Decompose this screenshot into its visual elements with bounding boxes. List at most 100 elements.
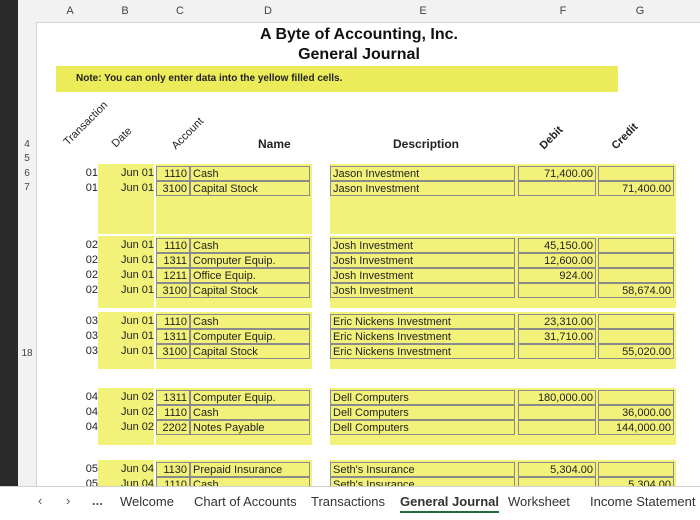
row-number-4[interactable]: 4 [18,139,36,150]
cell-name[interactable]: Capital Stock [190,181,310,196]
cell-credit[interactable]: 5,304.00 [598,477,674,486]
cell-name[interactable]: Prepaid Insurance [190,462,310,477]
cell-name[interactable]: Cash [190,405,310,420]
cell-credit[interactable] [598,390,674,405]
column-header-b[interactable]: B [115,5,135,17]
cell-description[interactable]: Eric Nickens Investment [330,314,515,329]
cell-description[interactable]: Seth's Insurance [330,477,515,486]
tab-worksheet[interactable]: Worksheet [508,494,570,509]
tab-income-statement[interactable]: Income Statement [590,494,696,509]
tab-chart-of-accounts[interactable]: Chart of Accounts [194,494,297,509]
cell-name[interactable]: Cash [190,166,310,181]
cell-date[interactable]: Jun 01 [98,268,156,283]
cell-name[interactable]: Computer Equip. [190,253,310,268]
cell-debit[interactable]: 45,150.00 [518,238,596,253]
cell-transaction[interactable]: 01 [80,166,100,181]
cell-credit[interactable]: 36,000.00 [598,405,674,420]
cell-credit[interactable] [598,314,674,329]
row-number-6[interactable]: 6 [18,168,36,179]
cell-description[interactable]: Josh Investment [330,238,515,253]
column-header-g[interactable]: G [630,5,650,17]
cell-date[interactable]: Jun 01 [98,314,156,329]
next-sheet-button[interactable]: › [66,493,70,508]
cell-debit[interactable]: 924.00 [518,268,596,283]
cell-debit[interactable]: 180,000.00 [518,390,596,405]
cell-account[interactable]: 1110 [156,405,190,420]
cell-name[interactable]: Cash [190,477,310,486]
cell-debit[interactable]: 31,710.00 [518,329,596,344]
cell-credit[interactable] [598,462,674,477]
cell-debit[interactable]: 23,310.00 [518,314,596,329]
cell-description[interactable]: Jason Investment [330,181,515,196]
cell-account[interactable]: 1311 [156,390,190,405]
cell-date[interactable]: Jun 02 [98,420,156,435]
cell-transaction[interactable]: 02 [80,268,100,283]
cell-account[interactable]: 3100 [156,344,190,359]
cell-account[interactable]: 3100 [156,181,190,196]
cell-transaction[interactable]: 04 [80,390,100,405]
cell-transaction[interactable]: 02 [80,238,100,253]
row-number-7[interactable]: 7 [18,182,36,193]
cell-debit[interactable] [518,420,596,435]
cell-description[interactable]: Josh Investment [330,253,515,268]
cell-date[interactable]: Jun 02 [98,405,156,420]
cell-transaction[interactable]: 03 [80,314,100,329]
cell-account[interactable]: 1110 [156,238,190,253]
row-number-18[interactable]: 18 [18,348,36,359]
tab-transactions[interactable]: Transactions [311,494,385,509]
cell-account[interactable]: 1110 [156,477,190,486]
cell-credit[interactable] [598,238,674,253]
cell-date[interactable]: Jun 01 [98,166,156,181]
cell-date[interactable]: Jun 01 [98,181,156,196]
cell-credit[interactable]: 55,020.00 [598,344,674,359]
cell-debit[interactable] [518,181,596,196]
cell-date[interactable]: Jun 04 [98,477,156,486]
cell-description[interactable]: Eric Nickens Investment [330,329,515,344]
cell-account[interactable]: 1130 [156,462,190,477]
cell-account[interactable]: 1110 [156,314,190,329]
cell-transaction[interactable]: 04 [80,405,100,420]
cell-transaction[interactable]: 03 [80,344,100,359]
cell-account[interactable]: 3100 [156,283,190,298]
cell-description[interactable]: Jason Investment [330,166,515,181]
cell-debit[interactable]: 12,600.00 [518,253,596,268]
cell-name[interactable]: Computer Equip. [190,329,310,344]
cell-transaction[interactable]: 05 [80,462,100,477]
cell-date[interactable]: Jun 01 [98,344,156,359]
cell-date[interactable]: Jun 01 [98,283,156,298]
tab-general-journal[interactable]: General Journal [400,494,499,513]
cell-transaction[interactable]: 04 [80,420,100,435]
cell-name[interactable]: Computer Equip. [190,390,310,405]
cell-transaction[interactable]: 05 [80,477,100,486]
cell-transaction[interactable]: 02 [80,283,100,298]
cell-name[interactable]: Cash [190,238,310,253]
tab-welcome[interactable]: Welcome [120,494,174,509]
cell-description[interactable]: Seth's Insurance [330,462,515,477]
cell-credit[interactable] [598,268,674,283]
cell-credit[interactable]: 58,674.00 [598,283,674,298]
cell-transaction[interactable]: 02 [80,253,100,268]
cell-date[interactable]: Jun 02 [98,390,156,405]
cell-credit[interactable]: 144,000.00 [598,420,674,435]
column-header-d[interactable]: D [258,5,278,17]
cell-account[interactable]: 2202 [156,420,190,435]
cell-name[interactable]: Capital Stock [190,344,310,359]
cell-debit[interactable] [518,405,596,420]
cell-debit[interactable] [518,283,596,298]
cell-account[interactable]: 1211 [156,268,190,283]
cell-description[interactable]: Josh Investment [330,268,515,283]
cell-description[interactable]: Josh Investment [330,283,515,298]
cell-account[interactable]: 1110 [156,166,190,181]
cell-date[interactable]: Jun 01 [98,329,156,344]
column-header-a[interactable]: A [60,5,80,17]
cell-date[interactable]: Jun 04 [98,462,156,477]
cell-debit[interactable]: 5,304.00 [518,462,596,477]
cell-name[interactable]: Capital Stock [190,283,310,298]
cell-transaction[interactable]: 03 [80,329,100,344]
more-sheets-button[interactable]: ... [92,493,103,508]
cell-debit[interactable] [518,477,596,486]
cell-name[interactable]: Office Equip. [190,268,310,283]
cell-description[interactable]: Dell Computers [330,420,515,435]
cell-debit[interactable]: 71,400.00 [518,166,596,181]
column-header-c[interactable]: C [170,5,190,17]
